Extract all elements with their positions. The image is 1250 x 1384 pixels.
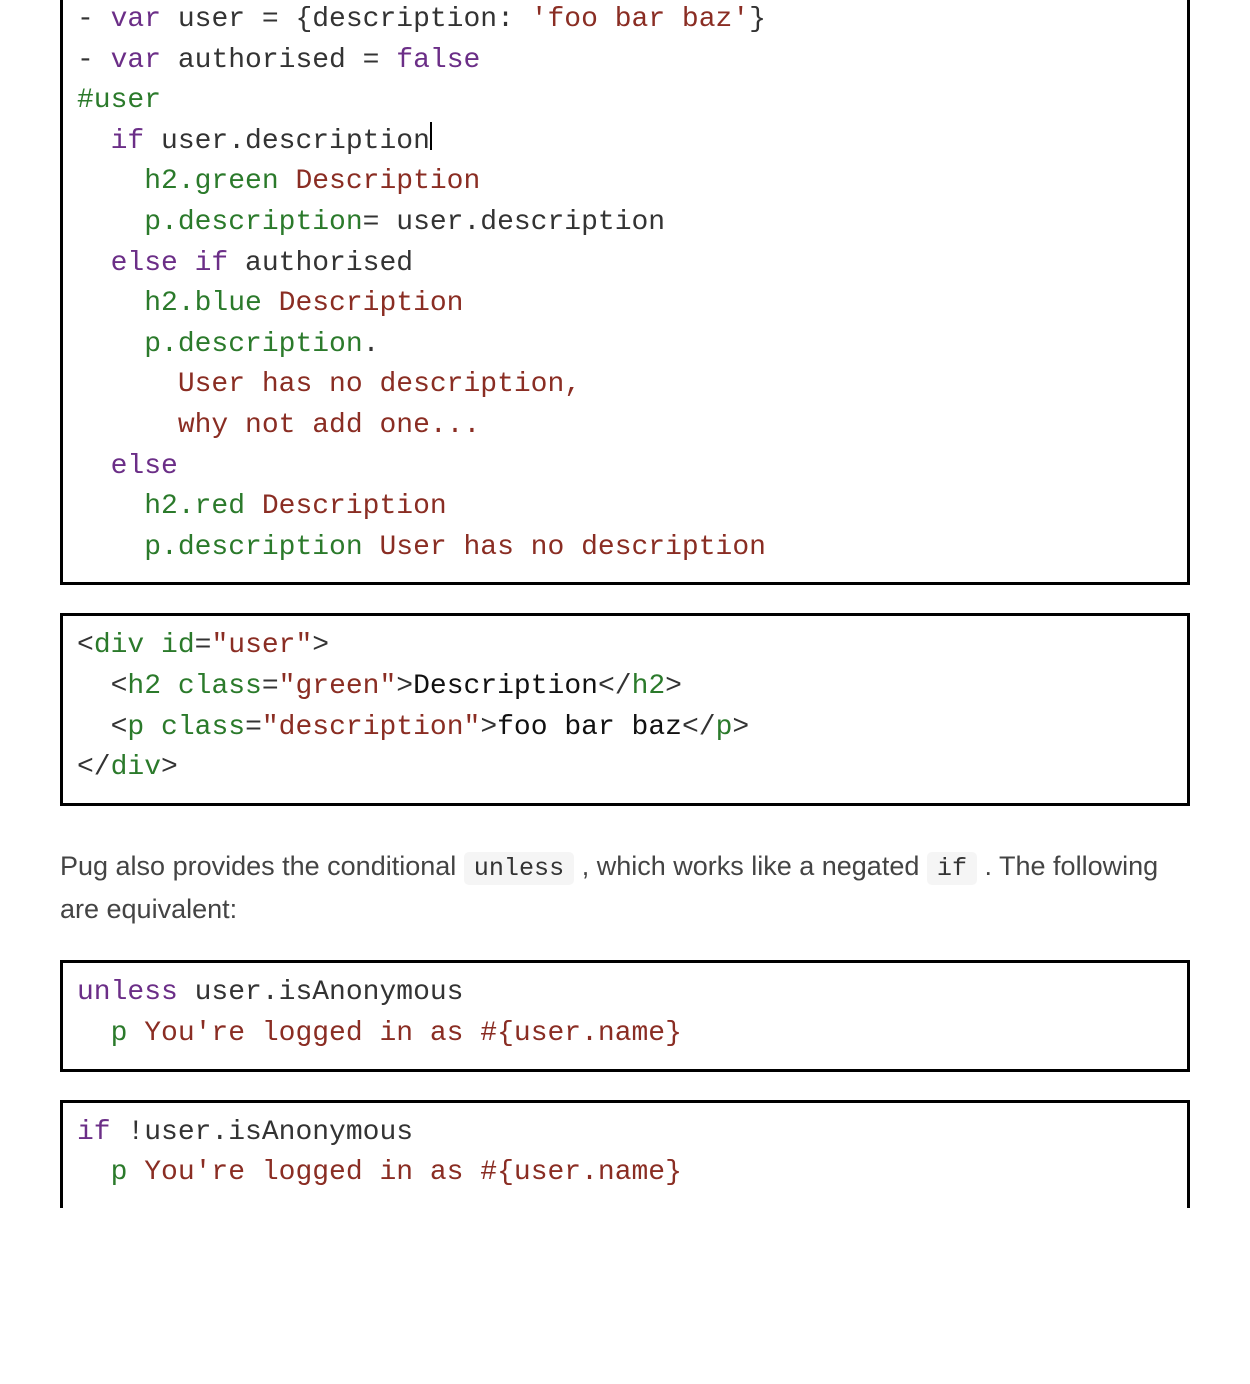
code-text: < bbox=[77, 630, 94, 661]
code-text: You're logged in as #{user.name} bbox=[127, 1157, 682, 1188]
code-text bbox=[77, 369, 178, 400]
code-text: id bbox=[161, 630, 195, 661]
code-text: h2.red bbox=[144, 491, 245, 522]
code-text: } bbox=[749, 4, 766, 35]
code-text: - bbox=[77, 4, 111, 35]
code-text: "user" bbox=[211, 630, 312, 661]
code-text: p.description bbox=[144, 207, 362, 238]
code-text: > bbox=[396, 671, 413, 702]
code-text: !user.isAnonymous bbox=[111, 1117, 413, 1148]
code-text: authorised bbox=[228, 248, 413, 279]
code-text: #user bbox=[77, 85, 161, 116]
code-text bbox=[77, 166, 144, 197]
prose-text: , which works like a negated bbox=[574, 851, 927, 881]
code-text: Description bbox=[413, 671, 598, 702]
code-text: p bbox=[127, 712, 144, 743]
code-text: = bbox=[262, 671, 279, 702]
code-text: Description bbox=[262, 288, 464, 319]
code-text: > bbox=[732, 712, 749, 743]
code-block-if-negated-example[interactable]: if !user.isAnonymous p You're logged in … bbox=[60, 1100, 1190, 1208]
code-text: user.isAnonymous bbox=[178, 977, 464, 1008]
code-text: if bbox=[77, 1117, 111, 1148]
code-text bbox=[144, 712, 161, 743]
code-text bbox=[144, 630, 161, 661]
code-text: class bbox=[161, 712, 245, 743]
code-text bbox=[161, 671, 178, 702]
code-text: User has no description bbox=[363, 532, 766, 563]
code-text bbox=[77, 491, 144, 522]
code-text: why not add one... bbox=[178, 410, 480, 441]
inline-code-if: if bbox=[927, 852, 977, 885]
code-text: unless bbox=[77, 977, 178, 1008]
code-text: class bbox=[178, 671, 262, 702]
code-text: 'foo bar baz' bbox=[531, 4, 749, 35]
code-text: h2 bbox=[632, 671, 666, 702]
code-text: < bbox=[77, 712, 127, 743]
code-text: > bbox=[665, 671, 682, 702]
code-text: Description bbox=[245, 491, 447, 522]
code-text bbox=[77, 248, 111, 279]
code-text: . bbox=[363, 329, 380, 360]
code-text: div bbox=[111, 752, 161, 783]
code-text bbox=[77, 329, 144, 360]
code-text: foo bar baz bbox=[497, 712, 682, 743]
code-text: authorised = bbox=[161, 45, 396, 76]
code-text: = user.description bbox=[363, 207, 665, 238]
code-text: </ bbox=[682, 712, 716, 743]
code-text bbox=[77, 126, 111, 157]
code-text: User has no description, bbox=[178, 369, 581, 400]
code-text: div bbox=[94, 630, 144, 661]
code-text: var bbox=[111, 45, 161, 76]
code-text: Description bbox=[279, 166, 481, 197]
code-block-unless-example[interactable]: unless user.isAnonymous p You're logged … bbox=[60, 960, 1190, 1071]
code-text: > bbox=[161, 752, 178, 783]
paragraph-unless-explanation: Pug also provides the conditional unless… bbox=[60, 846, 1190, 931]
code-text: > bbox=[480, 712, 497, 743]
code-text: < bbox=[77, 671, 127, 702]
code-text: h2 bbox=[127, 671, 161, 702]
code-text: user = {description: bbox=[161, 4, 531, 35]
code-text: p bbox=[111, 1018, 128, 1049]
code-text: = bbox=[245, 712, 262, 743]
code-text: </ bbox=[598, 671, 632, 702]
code-text bbox=[77, 451, 111, 482]
code-text bbox=[77, 410, 178, 441]
code-text: else if bbox=[111, 248, 229, 279]
code-text: "green" bbox=[279, 671, 397, 702]
code-text: You're logged in as #{user.name} bbox=[127, 1018, 682, 1049]
code-text: user.description bbox=[144, 126, 430, 157]
code-text: h2.blue bbox=[144, 288, 262, 319]
code-text: p bbox=[111, 1157, 128, 1188]
code-block-pug-conditional[interactable]: - var user = {description: 'foo bar baz'… bbox=[60, 0, 1190, 585]
code-text bbox=[77, 1018, 111, 1049]
code-text: p bbox=[716, 712, 733, 743]
code-text bbox=[77, 207, 144, 238]
code-text: false bbox=[396, 45, 480, 76]
code-text: if bbox=[111, 126, 145, 157]
code-text: else bbox=[111, 451, 178, 482]
code-block-html-output[interactable]: <div id="user"> <h2 class="green">Descri… bbox=[60, 613, 1190, 805]
code-text bbox=[77, 1157, 111, 1188]
code-text: > bbox=[312, 630, 329, 661]
text-cursor bbox=[430, 122, 432, 150]
code-text: p.description bbox=[144, 532, 362, 563]
code-text: - bbox=[77, 45, 111, 76]
code-text: h2.green bbox=[144, 166, 278, 197]
code-text: "description" bbox=[262, 712, 480, 743]
code-text bbox=[77, 288, 144, 319]
code-text bbox=[77, 532, 144, 563]
code-text: </ bbox=[77, 752, 111, 783]
code-text: p.description bbox=[144, 329, 362, 360]
code-text: = bbox=[195, 630, 212, 661]
prose-text: Pug also provides the conditional bbox=[60, 851, 464, 881]
code-text: var bbox=[111, 4, 161, 35]
inline-code-unless: unless bbox=[464, 852, 574, 885]
document-page: - var user = {description: 'foo bar baz'… bbox=[0, 0, 1250, 1248]
